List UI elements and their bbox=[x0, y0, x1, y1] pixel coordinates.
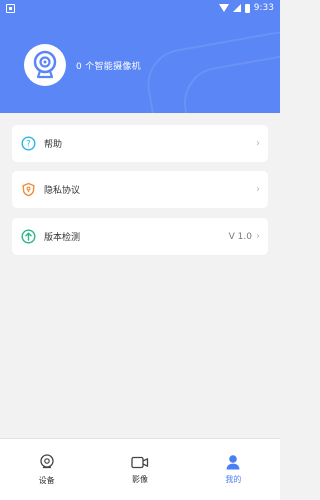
camera-device-icon bbox=[40, 453, 54, 468]
battery-icon bbox=[244, 3, 250, 13]
bottom-navigation: 设备 影像 我的 bbox=[0, 438, 280, 500]
tab-devices[interactable]: 设备 bbox=[17, 453, 77, 486]
svg-text:?: ? bbox=[26, 140, 31, 150]
privacy-shield-icon bbox=[20, 182, 36, 198]
menu-item-label: 帮助 bbox=[44, 140, 63, 150]
camera-avatar bbox=[24, 44, 66, 86]
tab-media[interactable]: 影像 bbox=[110, 455, 170, 485]
user-icon bbox=[226, 455, 240, 470]
status-time: 9:33 bbox=[253, 3, 274, 13]
menu-item-label: 隐私协议 bbox=[44, 186, 81, 196]
profile-header: 9:33 0 个智能摄像机 bbox=[0, 0, 280, 113]
webcam-icon bbox=[33, 50, 57, 79]
version-value: V 1.0 bbox=[228, 231, 252, 242]
tab-mine[interactable]: 我的 bbox=[203, 454, 263, 485]
tab-label: 影像 bbox=[131, 474, 148, 484]
upload-arrow-icon bbox=[20, 229, 36, 245]
help-icon: ? bbox=[20, 136, 36, 152]
menu-item-label: 版本检测 bbox=[44, 233, 81, 243]
chevron-right-icon: › bbox=[256, 231, 260, 242]
menu-item-help[interactable]: ? 帮助 › bbox=[12, 125, 268, 162]
tab-label: 设备 bbox=[38, 475, 55, 485]
device-count-label: 0 个智能摄像机 bbox=[76, 61, 141, 72]
chevron-right-icon: › bbox=[256, 184, 260, 195]
chevron-right-icon: › bbox=[256, 138, 260, 149]
tab-label: 我的 bbox=[225, 475, 242, 484]
status-bar: 9:33 bbox=[0, 0, 280, 16]
wifi-icon bbox=[218, 4, 229, 12]
menu-item-privacy[interactable]: 隐私协议 › bbox=[12, 171, 268, 208]
signal-icon bbox=[232, 4, 241, 12]
sim-icon bbox=[6, 3, 15, 13]
video-icon bbox=[131, 456, 149, 468]
menu-item-version-check[interactable]: 版本检测 V 1.0 › bbox=[12, 218, 268, 255]
profile-summary[interactable]: 0 个智能摄像机 bbox=[24, 44, 141, 86]
